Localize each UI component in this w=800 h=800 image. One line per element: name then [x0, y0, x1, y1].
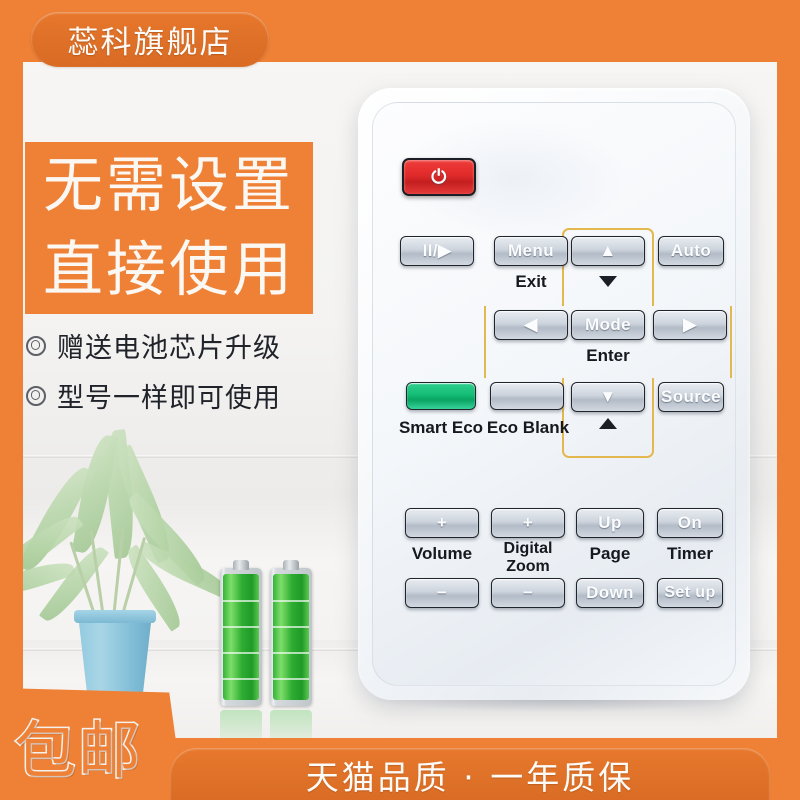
down-arrow-icon: ▼	[599, 387, 617, 406]
battery-core	[273, 574, 309, 700]
list-item: 赠送电池芯片升级	[26, 326, 281, 365]
up-arrow-icon: ▲	[599, 241, 617, 260]
source-label: Source	[660, 387, 722, 406]
mode-button[interactable]: Mode	[571, 310, 645, 340]
keystone-up-icon	[599, 418, 617, 429]
freeze-button[interactable]: ΙΙ/▶	[400, 236, 474, 266]
store-name-badge[interactable]: 蕊科旗舰店	[31, 12, 269, 67]
page-group-label: Page	[589, 544, 631, 563]
battery-cap	[233, 560, 249, 570]
page-up-label: Up	[598, 513, 622, 532]
menu-button[interactable]: Menu	[494, 236, 568, 266]
source-button[interactable]: Source	[658, 382, 724, 412]
page-down-label: Down	[586, 583, 634, 602]
list-item: 型号一样即可使用	[26, 376, 281, 415]
right-arrow-icon: ▶	[683, 315, 697, 334]
battery-left	[220, 560, 262, 706]
mode-label: Mode	[585, 315, 631, 334]
battery-core	[223, 574, 259, 700]
plant-pot-rim	[74, 610, 156, 623]
auto-button[interactable]: Auto	[658, 236, 724, 266]
battery-cap	[283, 560, 299, 570]
bullet-text: 赠送电池芯片升级	[57, 333, 281, 364]
headline-line-2: 直接使用	[43, 235, 295, 305]
zoom-label: Zoom	[506, 558, 550, 575]
double-circle-icon	[26, 335, 46, 356]
volume-group-label: Volume	[411, 544, 473, 563]
timer-group-label: Timer	[667, 544, 713, 563]
headline-block: 无需设置 直接使用	[25, 142, 313, 314]
down-arrow-button[interactable]: ▼	[571, 382, 645, 412]
eco-blank-button[interactable]	[490, 382, 564, 410]
right-arrow-button[interactable]: ▶	[653, 310, 727, 340]
zoom-out-label: −	[522, 583, 534, 602]
projector-remote-control: ⏻ ΙΙ/▶ Menu Exit ▲ Auto ◀ Mode Enter ▶ S…	[358, 88, 750, 700]
free-shipping-label: 包邮	[12, 713, 143, 789]
zoom-in-label: +	[522, 513, 534, 532]
volume-up-label: +	[436, 513, 448, 532]
store-name-label: 蕊科旗舰店	[67, 25, 233, 61]
freeze-label: ΙΙ/▶	[422, 241, 452, 260]
feature-bullet-list: 赠送电池芯片升级 型号一样即可使用	[26, 326, 281, 426]
digital-zoom-out-button[interactable]: −	[491, 578, 565, 608]
timer-setup-button[interactable]: Set up	[657, 578, 723, 608]
keystone-down-icon	[599, 276, 617, 287]
volume-up-button[interactable]: +	[405, 508, 479, 538]
headline-line-1: 无需设置	[43, 151, 295, 221]
volume-down-label: −	[436, 583, 448, 602]
double-circle-icon	[26, 385, 46, 406]
timer-on-button[interactable]: On	[657, 508, 723, 538]
product-advertisement-image: ⏻ ΙΙ/▶ Menu Exit ▲ Auto ◀ Mode Enter ▶ S…	[0, 0, 800, 800]
frame-left-border	[0, 0, 23, 800]
power-icon: ⏻	[431, 166, 447, 188]
left-arrow-icon: ◀	[524, 315, 538, 334]
quality-guarantee-label: 天猫品质 · 一年质保	[305, 758, 635, 797]
digital-label: Digital	[503, 540, 553, 557]
menu-label: Menu	[508, 241, 554, 260]
exit-label: Exit	[515, 272, 547, 291]
page-down-button[interactable]: Down	[576, 578, 644, 608]
smart-eco-button[interactable]	[406, 382, 476, 410]
battery-right	[270, 560, 312, 706]
plant-pot	[78, 614, 152, 692]
volume-down-button[interactable]: −	[405, 578, 479, 608]
potted-plant-decoration	[0, 429, 235, 695]
frame-right-border	[777, 0, 800, 800]
bullet-text: 型号一样即可使用	[57, 383, 281, 414]
auto-label: Auto	[670, 241, 712, 260]
up-arrow-button[interactable]: ▲	[571, 236, 645, 266]
eco-blank-label: Eco Blank	[486, 418, 570, 437]
digital-zoom-in-button[interactable]: +	[491, 508, 565, 538]
page-up-button[interactable]: Up	[576, 508, 644, 538]
power-button[interactable]: ⏻	[402, 158, 476, 196]
smart-eco-label: Smart Eco	[398, 418, 484, 437]
left-arrow-button[interactable]: ◀	[494, 310, 568, 340]
battery-pair-decoration	[218, 558, 320, 752]
timer-on-label: On	[677, 513, 703, 532]
timer-setup-label: Set up	[664, 584, 716, 601]
enter-label: Enter	[586, 346, 630, 365]
quality-guarantee-bar: 天猫品质 · 一年质保	[170, 748, 770, 800]
